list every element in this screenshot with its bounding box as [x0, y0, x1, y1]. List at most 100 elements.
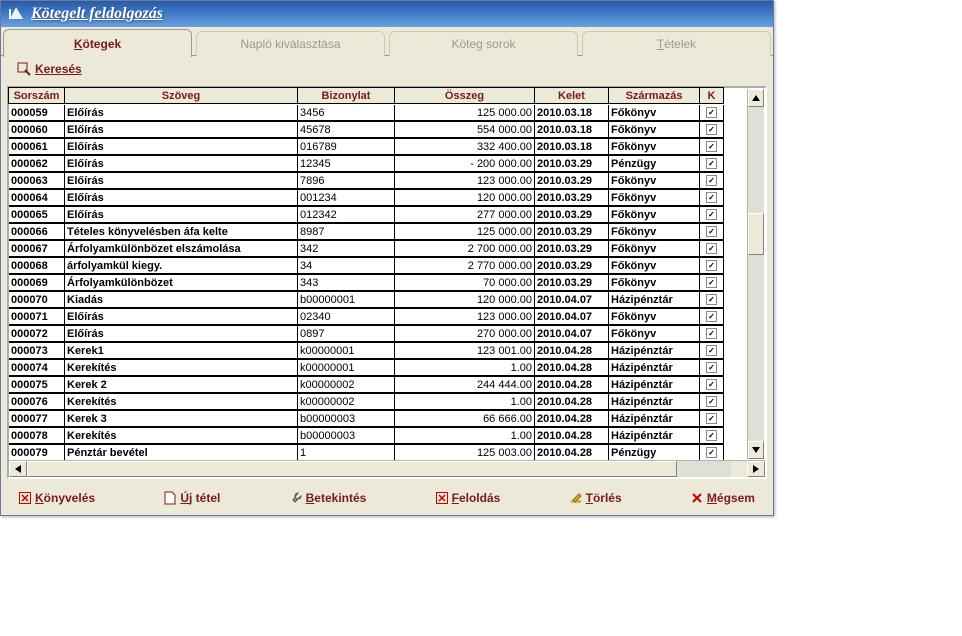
- table-row[interactable]: 000061Előírás016789332 400.002010.03.18F…: [9, 139, 765, 156]
- table-row[interactable]: 000064Előírás001234120 000.002010.03.29F…: [9, 190, 765, 207]
- cell-k[interactable]: [699, 155, 724, 172]
- cell-sor: 000078: [9, 427, 65, 444]
- table-row[interactable]: 000062Előírás12345- 200 000.002010.03.29…: [9, 156, 765, 173]
- cell-sor: 000067: [9, 240, 65, 257]
- v-scroll-thumb[interactable]: [748, 213, 764, 255]
- data-grid[interactable]: Sorszám Szöveg Bizonylat Összeg Kelet Sz…: [7, 86, 767, 479]
- cell-ossz: 120 000.00: [394, 189, 535, 206]
- table-row[interactable]: 000065Előírás012342277 000.002010.03.29F…: [9, 207, 765, 224]
- cell-kelt: 2010.04.28: [534, 410, 609, 427]
- cell-kelt: 2010.03.29: [534, 257, 609, 274]
- table-row[interactable]: 000068árfolyamkül kiegy.342 770 000.0020…: [9, 258, 765, 275]
- cell-k[interactable]: [699, 172, 724, 189]
- table-row[interactable]: 000063Előírás7896123 000.002010.03.29Fők…: [9, 173, 765, 190]
- table-row[interactable]: 000077Kerek 3b0000000366 666.002010.04.2…: [9, 411, 765, 428]
- table-row[interactable]: 000072Előírás0897270 000.002010.04.07Fők…: [9, 326, 765, 343]
- cell-ossz: 1.00: [394, 427, 535, 444]
- table-row[interactable]: 000060Előírás45678554 000.002010.03.18Fő…: [9, 122, 765, 139]
- h-scrollbar[interactable]: [9, 460, 765, 477]
- cell-szar: Házipénztár: [608, 291, 700, 308]
- cell-k[interactable]: [699, 444, 724, 461]
- tab-bar: Kötegek Napló kiválasztása Köteg sorok T…: [1, 27, 773, 56]
- scroll-up-icon[interactable]: [748, 89, 764, 107]
- cell-k[interactable]: [699, 393, 724, 410]
- table-row[interactable]: 000073Kerek1k00000001123 001.002010.04.2…: [9, 343, 765, 360]
- table-row[interactable]: 000071Előírás02340123 000.002010.04.07Fő…: [9, 309, 765, 326]
- cell-k[interactable]: [699, 410, 724, 427]
- cell-k[interactable]: [699, 291, 724, 308]
- cell-k[interactable]: [699, 342, 724, 359]
- check-icon: [706, 328, 717, 339]
- toolbar-top: Keresés: [1, 56, 773, 86]
- megsem-button[interactable]: Mégsem: [691, 491, 755, 505]
- table-row[interactable]: 000067Árfolyamkülönbözet elszámolása3422…: [9, 241, 765, 258]
- table-row[interactable]: 000075Kerek 2k00000002244 444.002010.04.…: [9, 377, 765, 394]
- table-row[interactable]: 000059Előírás3456125 000.002010.03.18Fők…: [9, 105, 765, 122]
- table-row[interactable]: 000069Árfolyamkülönbözet34370 000.002010…: [9, 275, 765, 292]
- cell-k[interactable]: [699, 138, 724, 155]
- scroll-down-icon[interactable]: [748, 441, 764, 459]
- cell-ossz: 332 400.00: [394, 138, 535, 155]
- cell-k[interactable]: [699, 223, 724, 240]
- cell-k[interactable]: [699, 274, 724, 291]
- col-szoveg[interactable]: Szöveg: [64, 87, 298, 104]
- cell-kelt: 2010.03.29: [534, 240, 609, 257]
- table-row[interactable]: 000076Kerekítésk000000021.002010.04.28Há…: [9, 394, 765, 411]
- col-bizonylat[interactable]: Bizonylat: [297, 87, 395, 104]
- torles-button[interactable]: Törlés: [570, 491, 622, 505]
- betekintes-button[interactable]: Betekintés: [290, 491, 367, 505]
- cell-sor: 000061: [9, 138, 65, 155]
- cell-kelt: 2010.04.28: [534, 444, 609, 461]
- cell-k[interactable]: [699, 189, 724, 206]
- cell-biz: 343: [297, 274, 395, 291]
- check-icon: [706, 430, 717, 441]
- col-osszeg[interactable]: Összeg: [394, 87, 535, 104]
- tab-koteg-sorok[interactable]: Köteg sorok: [389, 31, 578, 56]
- cell-szar: Főkönyv: [608, 308, 700, 325]
- v-scrollbar[interactable]: [747, 89, 764, 459]
- cell-sor: 000065: [9, 206, 65, 223]
- table-row[interactable]: 000066Tételes könyvelésben áfa kelte8987…: [9, 224, 765, 241]
- cell-kelt: 2010.03.18: [534, 105, 609, 121]
- cell-k[interactable]: [699, 105, 724, 121]
- col-kelet[interactable]: Kelet: [534, 87, 609, 104]
- uj-tetel-button[interactable]: Új tétel: [164, 491, 220, 505]
- check-icon: [706, 107, 717, 118]
- h-scroll-thumb[interactable]: [27, 461, 677, 477]
- col-sorszam[interactable]: Sorszám: [8, 87, 65, 104]
- tab-tetelek[interactable]: Tételek: [582, 31, 771, 56]
- cell-k[interactable]: [699, 359, 724, 376]
- cell-k[interactable]: [699, 240, 724, 257]
- cell-k[interactable]: [699, 325, 724, 342]
- table-row[interactable]: 000079Pénztár bevétel1125 003.002010.04.…: [9, 445, 765, 461]
- cell-szar: Főkönyv: [608, 274, 700, 291]
- tab-naplo[interactable]: Napló kiválasztása: [196, 31, 385, 56]
- scroll-right-icon[interactable]: [747, 461, 765, 477]
- cell-k[interactable]: [699, 257, 724, 274]
- tab-kotegek[interactable]: Kötegek: [3, 29, 192, 57]
- check-icon: [706, 294, 717, 305]
- table-row[interactable]: 000074Kerekítésk000000011.002010.04.28Há…: [9, 360, 765, 377]
- cell-sor: 000079: [9, 444, 65, 461]
- col-szarmazas[interactable]: Származás: [608, 87, 700, 104]
- feloldas-button[interactable]: Feloldás: [436, 491, 501, 505]
- col-k[interactable]: K: [699, 87, 724, 104]
- cell-k[interactable]: [699, 206, 724, 223]
- cell-k[interactable]: [699, 121, 724, 138]
- table-row[interactable]: 000070Kiadásb00000001120 000.002010.04.0…: [9, 292, 765, 309]
- cell-ossz: 277 000.00: [394, 206, 535, 223]
- cell-biz: 3456: [297, 105, 395, 121]
- cell-k[interactable]: [699, 427, 724, 444]
- konyveles-button[interactable]: Könyvelés: [19, 491, 95, 505]
- table-row[interactable]: 000078Kerekítésb000000031.002010.04.28Há…: [9, 428, 765, 445]
- x-box-icon: [19, 492, 31, 504]
- cell-biz: 02340: [297, 308, 395, 325]
- cell-k[interactable]: [699, 376, 724, 393]
- cell-biz: 016789: [297, 138, 395, 155]
- cell-k[interactable]: [699, 308, 724, 325]
- scroll-left-icon[interactable]: [9, 461, 27, 477]
- cell-ossz: 2 770 000.00: [394, 257, 535, 274]
- check-icon: [706, 158, 717, 169]
- search-button[interactable]: Keresés: [35, 62, 82, 76]
- check-icon: [706, 311, 717, 322]
